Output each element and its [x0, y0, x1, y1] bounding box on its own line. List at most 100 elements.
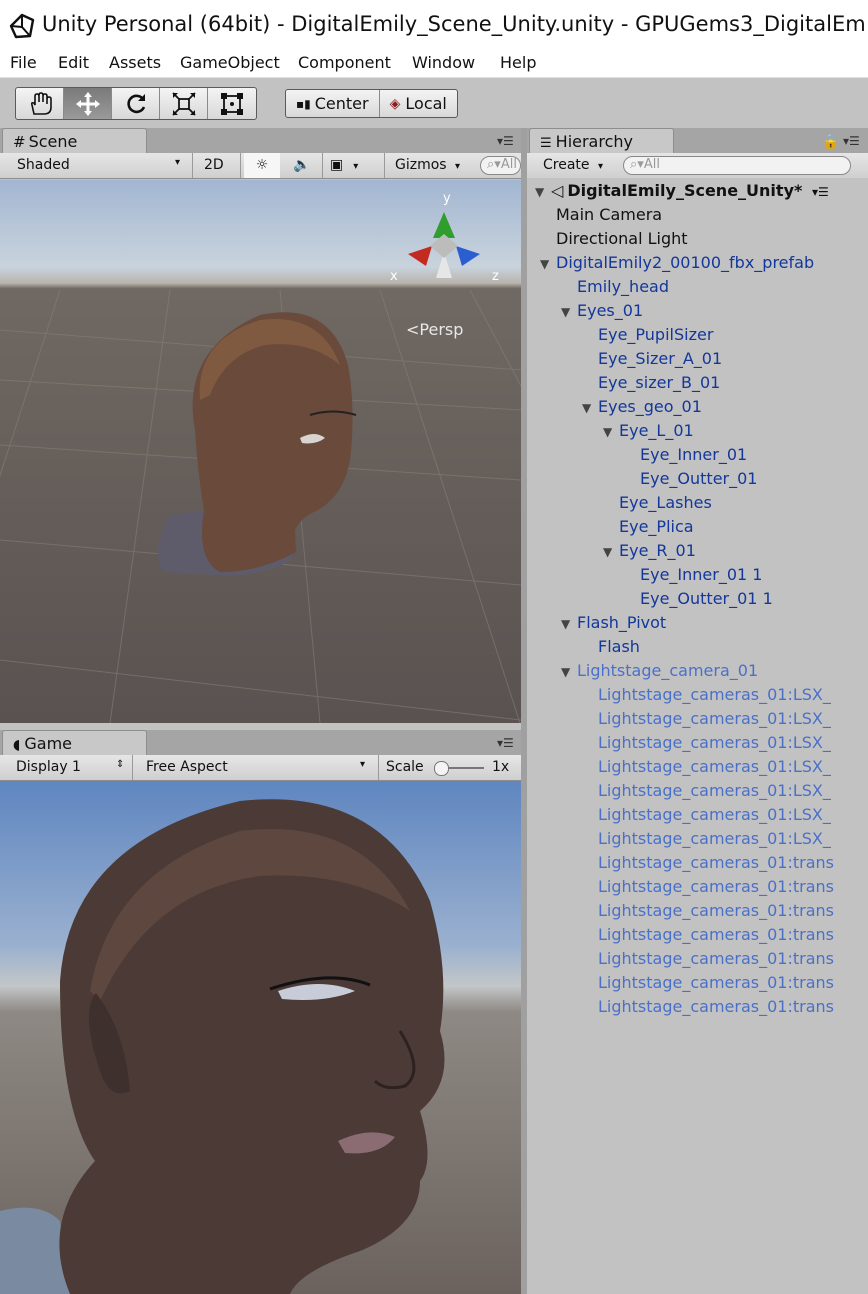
aspect-dropdown[interactable]: Free Aspect ▾ [146, 755, 372, 780]
hierarchy-item[interactable]: Lightstage_cameras_01:trans [598, 899, 834, 923]
game-viewport[interactable] [0, 781, 521, 1294]
hierarchy-item[interactable]: Eye_Lashes [619, 491, 712, 515]
hierarchy-item[interactable]: Lightstage_cameras_01:LSX_ [598, 755, 831, 779]
scene-search-input[interactable]: ⌕▾All [480, 156, 521, 175]
scene-options-icon[interactable]: ▾☰ [812, 185, 829, 199]
display-value: Display 1 [16, 759, 81, 775]
chevron-down-icon: ▾ [353, 161, 359, 172]
expand-triangle-icon[interactable]: ▼ [582, 396, 598, 420]
hierarchy-item-label: Lightstage_cameras_01:trans [598, 901, 834, 920]
orientation-gizmo[interactable]: y x z [388, 188, 500, 300]
move-tool-button[interactable] [64, 88, 112, 119]
display-dropdown[interactable]: Display 1 ⇕ [16, 755, 126, 780]
hierarchy-item-label: Eye_Plica [619, 517, 694, 536]
tab-scene[interactable]: # Scene [2, 128, 147, 154]
toggle-2d-button[interactable]: 2D [204, 153, 224, 178]
lock-icon[interactable]: 🔒 [822, 134, 839, 150]
hierarchy-item[interactable]: Lightstage_cameras_01:trans [598, 995, 834, 1019]
hierarchy-item[interactable]: Lightstage_cameras_01:trans [598, 875, 834, 899]
search-icon: ⌕▾ [487, 157, 501, 172]
create-dropdown[interactable]: Create ▾ [543, 153, 603, 178]
scale-tool-button[interactable] [160, 88, 208, 119]
hierarchy-item[interactable]: ▼ Flash_Pivot [561, 611, 666, 635]
hierarchy-item[interactable]: Lightstage_cameras_01:LSX_ [598, 707, 831, 731]
gizmos-label: Gizmos [395, 157, 447, 173]
hierarchy-item[interactable]: Directional Light [556, 227, 688, 251]
hierarchy-item[interactable]: Eye_Sizer_A_01 [598, 347, 722, 371]
scene-audio-toggle[interactable]: 🔈 [286, 153, 318, 178]
main-toolbar: ▪▮ Center ◈ Local [0, 78, 868, 128]
hierarchy-item[interactable]: Lightstage_cameras_01:trans [598, 851, 834, 875]
scene-viewport[interactable]: y x z <Persp [0, 180, 521, 723]
rotate-tool-button[interactable] [112, 88, 160, 119]
sun-icon: ☼ [255, 157, 269, 173]
hierarchy-item[interactable]: Eye_sizer_B_01 [598, 371, 720, 395]
tab-hierarchy-label: Hierarchy [555, 132, 633, 151]
hierarchy-item-label: Emily_head [577, 277, 669, 296]
hierarchy-item[interactable]: ▼ Eyes_01 [561, 299, 643, 323]
menu-assets[interactable]: Assets [109, 53, 161, 72]
expand-triangle-icon[interactable]: ▼ [561, 300, 577, 324]
menu-file[interactable]: File [10, 53, 37, 72]
hierarchy-item[interactable]: Lightstage_cameras_01:LSX_ [598, 803, 831, 827]
hierarchy-item[interactable]: Lightstage_cameras_01:LSX_ [598, 731, 831, 755]
tab-game[interactable]: ◖ Game [2, 730, 147, 756]
hierarchy-item[interactable]: Lightstage_cameras_01:trans [598, 947, 834, 971]
hierarchy-item[interactable]: Eye_Plica [619, 515, 694, 539]
game-panel-menu-icon[interactable]: ▾☰ [497, 736, 514, 750]
hierarchy-item[interactable]: Eye_PupilSizer [598, 323, 713, 347]
hierarchy-item[interactable]: ▼ Lightstage_camera_01 [561, 659, 758, 683]
hierarchy-item[interactable]: Flash [598, 635, 640, 659]
menu-gameobject[interactable]: GameObject [180, 53, 280, 72]
game-tab-strip: ◖ Game ▾☰ [0, 730, 521, 756]
hierarchy-item[interactable]: Lightstage_cameras_01:LSX_ [598, 779, 831, 803]
hierarchy-item[interactable]: Lightstage_cameras_01:trans [598, 971, 834, 995]
hierarchy-item-label: Eyes_geo_01 [598, 397, 702, 416]
hierarchy-item-label: Lightstage_cameras_01:trans [598, 877, 834, 896]
expand-triangle-icon[interactable]: ▼ [561, 660, 577, 684]
hierarchy-item[interactable]: ▼ DigitalEmily2_00100_fbx_prefab [540, 251, 814, 275]
scene-root-row[interactable]: ▼ ◁ DigitalEmily_Scene_Unity* ▾☰ [535, 179, 829, 203]
pivot-local-button[interactable]: ◈ Local [380, 90, 457, 117]
perspective-toggle[interactable]: <Persp [406, 320, 463, 339]
hierarchy-tab-strip: ☰ Hierarchy 🔒 ▾☰ [527, 128, 868, 154]
hierarchy-item[interactable]: Main Camera [556, 203, 662, 227]
hierarchy-item[interactable]: Eye_Outter_01 1 [640, 587, 773, 611]
hierarchy-item[interactable]: Eye_Inner_01 [640, 443, 747, 467]
head-model[interactable] [157, 312, 357, 576]
rotate-icon [126, 93, 145, 113]
shading-dropdown[interactable]: Shaded ▾ [17, 153, 187, 178]
expand-triangle-icon[interactable]: ▼ [603, 420, 619, 444]
menu-help[interactable]: Help [500, 53, 536, 72]
pivot-center-button[interactable]: ▪▮ Center [286, 90, 380, 117]
menu-window[interactable]: Window [412, 53, 475, 72]
hierarchy-search-input[interactable]: ⌕▾All [623, 156, 851, 175]
menu-component[interactable]: Component [298, 53, 391, 72]
hierarchy-item[interactable]: Eye_Inner_01 1 [640, 563, 762, 587]
scene-effects-dropdown[interactable]: ▣ ▾ [330, 153, 370, 178]
hierarchy-item[interactable]: Lightstage_cameras_01:LSX_ [598, 683, 831, 707]
hierarchy-item[interactable]: Emily_head [577, 275, 669, 299]
scene-lighting-toggle[interactable]: ☼ [244, 153, 280, 178]
hierarchy-item[interactable]: ▼ Eye_R_01 [603, 539, 696, 563]
gizmo-axis-y: y [443, 191, 451, 206]
expand-triangle-icon[interactable]: ▼ [535, 180, 551, 204]
hierarchy-item[interactable]: Lightstage_cameras_01:LSX_ [598, 827, 831, 851]
rect-tool-button[interactable] [208, 88, 256, 119]
gizmos-dropdown[interactable]: Gizmos ▾ [395, 153, 460, 178]
tab-hierarchy[interactable]: ☰ Hierarchy [529, 128, 674, 154]
hand-tool-button[interactable] [16, 88, 64, 119]
hierarchy-item[interactable]: Eye_Outter_01 [640, 467, 757, 491]
hierarchy-item[interactable]: Lightstage_cameras_01:trans [598, 923, 834, 947]
hierarchy-item-label: Lightstage_cameras_01:trans [598, 853, 834, 872]
expand-triangle-icon[interactable]: ▼ [561, 612, 577, 636]
scene-panel-menu-icon[interactable]: ▾☰ [497, 134, 514, 148]
scale-slider-thumb[interactable] [434, 761, 449, 776]
expand-triangle-icon[interactable]: ▼ [540, 252, 556, 276]
hierarchy-item[interactable]: ▼ Eyes_geo_01 [582, 395, 702, 419]
hierarchy-item[interactable]: ▼ Eye_L_01 [603, 419, 694, 443]
menu-edit[interactable]: Edit [58, 53, 89, 72]
expand-triangle-icon[interactable]: ▼ [603, 540, 619, 564]
hierarchy-panel-menu-icon[interactable]: ▾☰ [843, 134, 860, 148]
pivot-controls: ▪▮ Center ◈ Local [285, 89, 458, 118]
